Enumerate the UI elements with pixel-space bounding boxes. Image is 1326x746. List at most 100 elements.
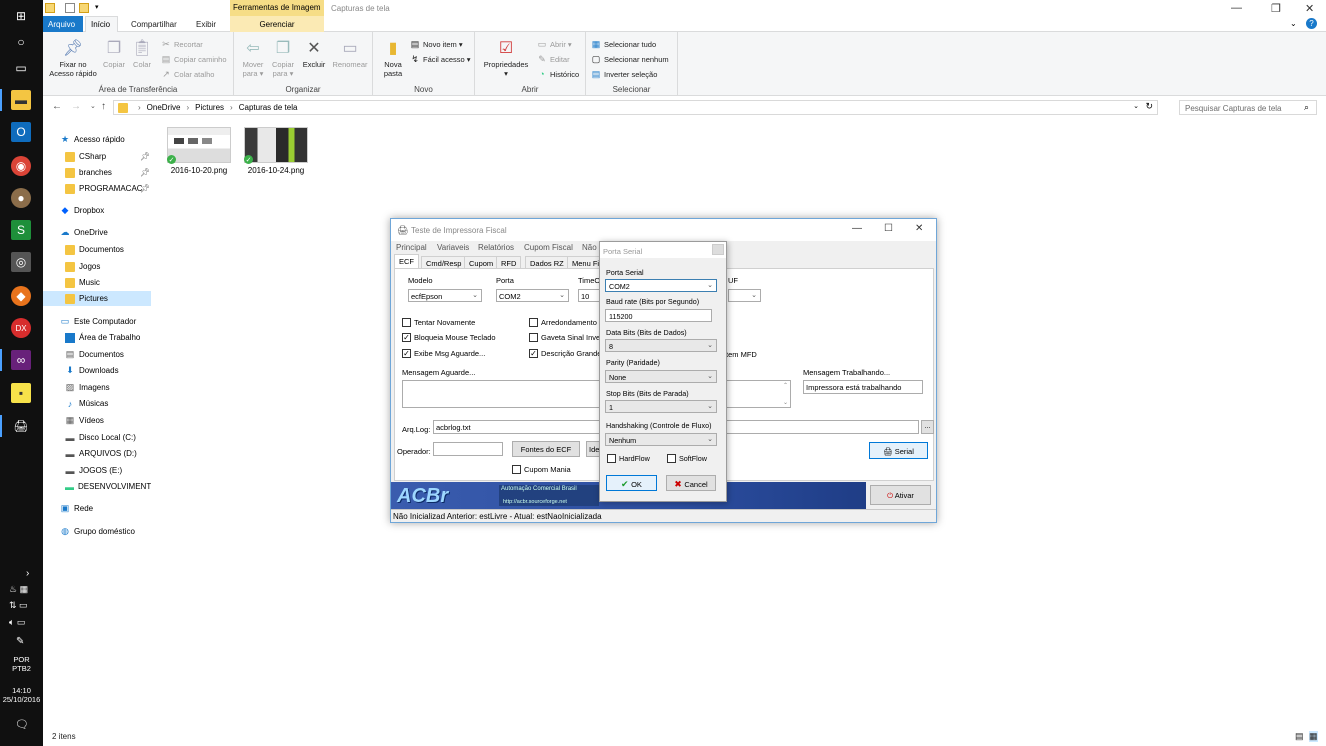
breadcrumb-pictures[interactable]: Pictures: [195, 103, 224, 112]
task-view-icon[interactable]: ▭: [11, 58, 31, 78]
msg-aguarde-textarea[interactable]: ⌃ ⌄: [402, 380, 791, 408]
history-button[interactable]: ◔ Histórico: [537, 69, 579, 79]
sticky-notes-icon[interactable]: ▪: [11, 383, 31, 403]
close-button[interactable]: ✕: [1305, 2, 1314, 15]
cupom-mania-checkbox[interactable]: Cupom Mania: [512, 465, 571, 474]
dx-icon[interactable]: DX: [11, 318, 31, 338]
properties-quick-icon[interactable]: [65, 3, 75, 13]
thumbnail-view-icon[interactable]: ▦: [1309, 731, 1318, 742]
camera-icon[interactable]: ◎: [11, 252, 31, 272]
notification-icon[interactable]: 🗨︎: [15, 718, 29, 731]
nav-jogos-e[interactable]: ▬ JOGOS (E:): [43, 463, 151, 478]
volume-icon[interactable]: 🔈︎ ▭: [9, 617, 25, 628]
address-dropdown-icon[interactable]: ⌄: [1133, 102, 1139, 110]
search-input[interactable]: Pesquisar Capturas de tela: [1179, 100, 1317, 115]
nav-documentos[interactable]: Documentos: [43, 242, 151, 257]
nav-onedrive[interactable]: ☁ OneDrive: [43, 225, 151, 240]
browse-button[interactable]: ...: [921, 420, 934, 434]
modelo-select[interactable]: ecfEpson ⌄: [408, 289, 482, 302]
chrome-icon[interactable]: ◉: [11, 156, 31, 176]
data-bits-select[interactable]: 8 ⌄: [605, 339, 717, 352]
exibe-msg-checkbox[interactable]: ✓ Exibe Msg Aguarde...: [402, 349, 485, 358]
minimize-button[interactable]: —: [852, 223, 862, 234]
tab-compartilhar[interactable]: Compartilhar: [131, 20, 177, 29]
paste-button[interactable]: 📋︎ Colar: [129, 38, 155, 69]
close-button[interactable]: ✕: [915, 223, 923, 234]
invert-selection-button[interactable]: ▤ Inverter seleção: [591, 69, 658, 79]
nav-downloads[interactable]: ⬇ Downloads: [43, 363, 151, 378]
dialog-close-button[interactable]: [712, 244, 724, 255]
rename-button[interactable]: ▭ Renomear: [330, 38, 370, 69]
select-none-button[interactable]: ▢ Selecionar nenhum: [591, 54, 669, 64]
operador-input[interactable]: [433, 442, 503, 456]
nav-jogos[interactable]: Jogos: [43, 259, 151, 274]
tentar-novamente-checkbox[interactable]: Tentar Novamente: [402, 318, 475, 327]
details-view-icon[interactable]: ▤: [1295, 731, 1304, 742]
tab-exibir[interactable]: Exibir: [196, 20, 216, 29]
nav-arquivos-d[interactable]: ▬ ARQUIVOS (D:): [43, 446, 151, 461]
easy-access-button[interactable]: ↯ Fácil acesso ▾: [410, 54, 470, 64]
select-all-button[interactable]: ▦ Selecionar tudo: [591, 39, 656, 49]
back-arrow-icon[interactable]: ←: [52, 101, 62, 112]
uf-select[interactable]: ⌄: [728, 289, 761, 302]
tab-inicio[interactable]: Início: [85, 16, 118, 33]
nav-music[interactable]: Music: [43, 275, 151, 290]
cut-button[interactable]: ✂ Recortar: [161, 39, 203, 49]
tab-ecf[interactable]: ECF: [394, 254, 419, 269]
user-app-icon[interactable]: ●: [11, 188, 31, 208]
scroll-down-icon[interactable]: ⌄: [783, 399, 788, 406]
tab-arquivo[interactable]: Arquivo: [43, 16, 83, 32]
delete-button[interactable]: ✕ Excluir: [300, 38, 328, 69]
nav-branches[interactable]: branches 📌︎: [43, 165, 151, 180]
visual-studio-icon[interactable]: ∞: [11, 350, 31, 370]
ribbon-collapse-icon[interactable]: ⌄: [1290, 19, 1297, 28]
tray-icons[interactable]: ♨ ▦: [9, 584, 28, 595]
msg-trabalhando-input[interactable]: Impressora está trabalhando: [803, 380, 923, 394]
menu-cupom-fiscal[interactable]: Cupom Fiscal: [524, 243, 573, 252]
descricao-grande-checkbox[interactable]: ✓ Descrição Grande: [529, 349, 601, 358]
nav-grupo[interactable]: ◍ Grupo doméstico: [43, 524, 151, 539]
up-arrow-icon[interactable]: ↑: [101, 101, 106, 112]
nav-csharp[interactable]: CSharp 📌︎: [43, 149, 151, 164]
porta-serial-select[interactable]: COM2 ⌄: [605, 279, 717, 292]
parity-select[interactable]: None ⌄: [605, 370, 717, 383]
breadcrumb-onedrive[interactable]: OneDrive: [147, 103, 181, 112]
bloqueia-mouse-checkbox[interactable]: ✓ Bloqueia Mouse Teclado: [402, 333, 496, 342]
address-bar[interactable]: › OneDrive › Pictures › Capturas de tela…: [113, 100, 1158, 115]
menu-nao[interactable]: Não: [582, 243, 597, 252]
hardflow-checkbox[interactable]: HardFlow: [607, 454, 650, 463]
breadcrumb-capturas[interactable]: Capturas de tela: [239, 103, 298, 112]
outlook-icon[interactable]: O: [11, 122, 31, 142]
timeout-input[interactable]: 10: [578, 289, 600, 302]
serial-button[interactable]: 🖨 Serial: [869, 442, 928, 459]
new-item-button[interactable]: ▤ Novo item ▾: [410, 39, 463, 49]
softflow-checkbox[interactable]: SoftFlow: [667, 454, 707, 463]
nav-este-computador[interactable]: ▭ Este Computador: [43, 314, 151, 329]
menu-relatorios[interactable]: Relatórios: [478, 243, 514, 252]
edit-button[interactable]: ✎ Editar: [537, 54, 569, 64]
nav-dropbox[interactable]: ◆ Dropbox: [43, 203, 151, 218]
nav-programacao[interactable]: PROGRAMACAC 📌︎: [43, 181, 151, 196]
gaveta-checkbox[interactable]: Gaveta Sinal Inver: [529, 333, 603, 342]
refresh-icon[interactable]: ↻: [1145, 101, 1153, 112]
pin-quick-access-button[interactable]: 📌︎ Fixar no Acesso rápido: [46, 38, 100, 78]
cancel-button[interactable]: ✖ Cancel: [666, 475, 716, 491]
menu-principal[interactable]: Principal: [396, 243, 427, 252]
nav-pictures[interactable]: Pictures: [43, 291, 151, 306]
quick-access-dropdown-icon[interactable]: ▾: [95, 3, 99, 11]
file-name[interactable]: 2016-10-20.png: [159, 166, 239, 175]
baud-rate-input[interactable]: 115200: [605, 309, 712, 322]
properties-button[interactable]: ☑ Propriedades ▾: [481, 38, 531, 78]
clock[interactable]: 14:10 25/10/2016: [0, 686, 43, 704]
ok-button[interactable]: ✔ OK: [606, 475, 657, 491]
recent-dropdown-icon[interactable]: ⌄: [90, 102, 96, 110]
nav-imagens[interactable]: ▨ Imagens: [43, 380, 151, 395]
nav-area-trabalho[interactable]: Área de Trabalho: [43, 330, 151, 345]
nav-musicas[interactable]: ♪ Músicas: [43, 396, 151, 411]
scroll-up-icon[interactable]: ⌃: [783, 382, 788, 389]
open-button[interactable]: ▭ Abrir ▾: [537, 39, 572, 49]
stop-bits-select[interactable]: 1 ⌄: [605, 400, 717, 413]
file-thumbnail[interactable]: [167, 127, 231, 163]
handshaking-select[interactable]: Nenhum ⌄: [605, 433, 717, 446]
windows-start-icon[interactable]: ⊞: [11, 6, 31, 26]
